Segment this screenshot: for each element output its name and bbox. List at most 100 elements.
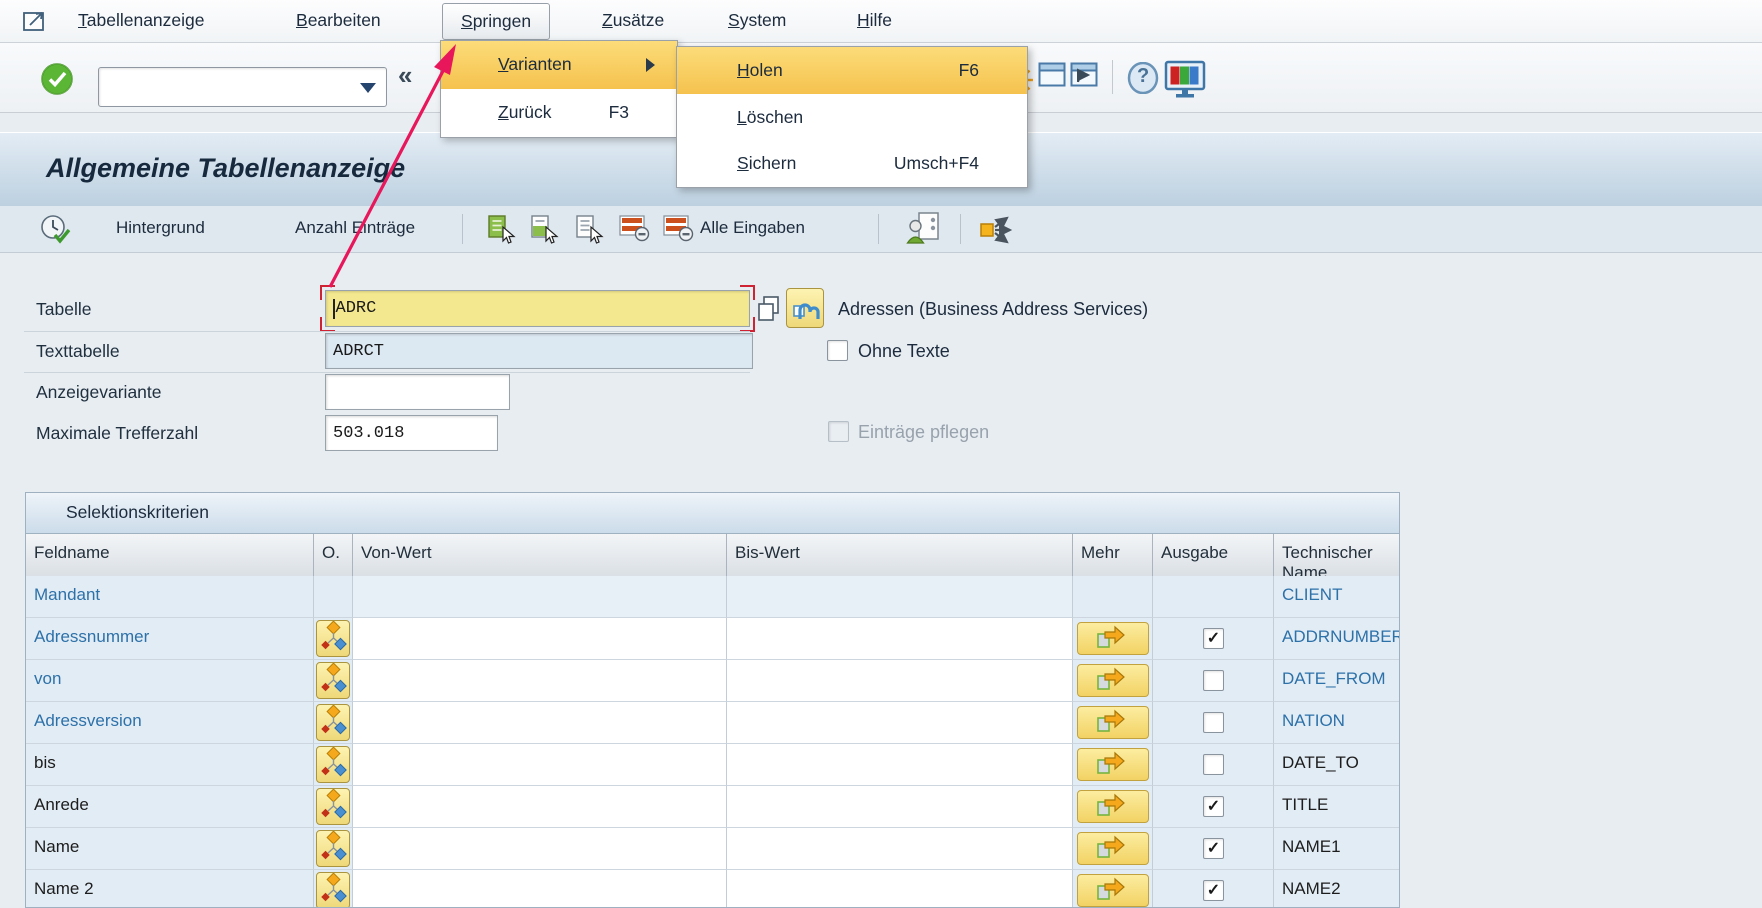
bis-wert-input[interactable] xyxy=(727,744,1072,785)
selection-options-icon[interactable] xyxy=(316,746,350,783)
table-contents-icon[interactable] xyxy=(786,288,824,328)
shortcut-label: F3 xyxy=(609,102,629,123)
new-session-icon[interactable] xyxy=(1038,62,1066,93)
system-menu-icon[interactable] xyxy=(22,8,50,39)
menu-bearbeiten[interactable]: Bearbeiten xyxy=(296,10,381,31)
bis-wert-input[interactable] xyxy=(727,702,1072,743)
select-all-icon[interactable] xyxy=(486,214,516,249)
mehr-button[interactable] xyxy=(1077,664,1149,697)
menu-item-zurueck[interactable]: Zurück F3 xyxy=(441,89,677,137)
delete-all-selections-icon[interactable] xyxy=(662,214,694,247)
anzeigevariante-label: Anzeigevariante xyxy=(36,382,162,403)
collapse-toolbar-icon[interactable]: « xyxy=(398,60,412,91)
field-label: Adressversion xyxy=(26,702,314,744)
help-icon[interactable]: ? xyxy=(1126,62,1160,99)
technical-name: DATE_FROM xyxy=(1274,660,1399,702)
bis-wert-input[interactable] xyxy=(727,618,1072,659)
ohne-texte-checkbox[interactable] xyxy=(827,340,848,361)
max-trefferzahl-label: Maximale Trefferzahl xyxy=(36,423,198,444)
menu-zusaetze[interactable]: Zusätze xyxy=(602,10,664,31)
menu-item-loeschen[interactable]: Löschen xyxy=(677,94,1027,140)
field-label: von xyxy=(26,660,314,702)
menu-tabellenanzeige[interactable]: Tabellenanzeige xyxy=(78,10,205,31)
table-row-name2: Name 2 ✓ NAME2 xyxy=(26,870,1399,908)
alle-eingaben-button[interactable]: Alle Eingaben xyxy=(700,218,805,238)
deselect-all-icon[interactable] xyxy=(574,214,604,249)
table-row-mandant: Mandant CLIENT xyxy=(26,576,1399,618)
menu-item-varianten[interactable]: Varianten xyxy=(441,41,677,89)
technical-name: NATION xyxy=(1274,702,1399,744)
help-glyph: ? xyxy=(1137,65,1149,88)
hintergrund-button[interactable]: Hintergrund xyxy=(116,218,205,238)
text-cursor xyxy=(333,299,335,319)
technical-name: CLIENT xyxy=(1274,576,1399,618)
table-row-anrede: Anrede ✓ TITLE xyxy=(26,786,1399,828)
ausgabe-checkbox[interactable] xyxy=(1203,670,1224,691)
ausgabe-checkbox[interactable]: ✓ xyxy=(1203,838,1224,859)
mehr-button[interactable] xyxy=(1077,874,1149,907)
ausgabe-checkbox[interactable] xyxy=(1203,712,1224,733)
export-icon[interactable] xyxy=(978,213,1018,252)
ausgabe-checkbox[interactable]: ✓ xyxy=(1203,796,1224,817)
bis-wert-input[interactable] xyxy=(727,870,1072,908)
menu-item-holen[interactable]: Holen F6 xyxy=(677,47,1027,94)
technical-name: TITLE xyxy=(1274,786,1399,828)
von-wert-input[interactable] xyxy=(353,744,726,785)
create-shortcut-icon[interactable] xyxy=(1070,62,1098,93)
bis-wert-input[interactable] xyxy=(727,828,1072,869)
application-toolbar: Hintergrund Anzahl Einträge Alle Eingabe… xyxy=(0,206,1762,253)
table-row-name: Name ✓ NAME1 xyxy=(26,828,1399,870)
anzeigevariante-field[interactable] xyxy=(325,374,510,410)
selection-options-icon[interactable] xyxy=(316,620,350,657)
selection-options-icon[interactable] xyxy=(316,872,350,908)
bis-wert-input[interactable] xyxy=(727,660,1072,701)
ohne-texte-label: Ohne Texte xyxy=(858,341,950,362)
selection-options-icon[interactable] xyxy=(316,662,350,699)
mehr-button[interactable] xyxy=(1077,790,1149,823)
table-description: Adressen (Business Address Services) xyxy=(838,299,1148,320)
mehr-button[interactable] xyxy=(1077,622,1149,655)
table-row-von: von DATE_FROM xyxy=(26,660,1399,702)
field-label: Adressnummer xyxy=(26,618,314,660)
selection-marker xyxy=(320,285,335,300)
select-block-icon[interactable] xyxy=(529,214,559,249)
von-wert-input[interactable] xyxy=(353,786,726,827)
texttabelle-label: Texttabelle xyxy=(36,341,120,362)
table-row-bis: bis DATE_TO xyxy=(26,744,1399,786)
varianten-submenu: Holen F6 Löschen Sichern Umsch+F4 xyxy=(676,46,1028,188)
max-trefferzahl-field[interactable] xyxy=(325,415,498,451)
command-dropdown-icon[interactable] xyxy=(360,83,376,93)
copy-icon[interactable] xyxy=(756,294,782,327)
selection-options-icon[interactable] xyxy=(316,830,350,867)
selection-options-icon[interactable] xyxy=(316,704,350,741)
anzahl-eintraege-button[interactable]: Anzahl Einträge xyxy=(295,218,415,238)
tabelle-field[interactable]: ADRC xyxy=(325,290,750,327)
shortcut-label: F6 xyxy=(959,60,979,81)
selection-options-icon[interactable] xyxy=(316,788,350,825)
mehr-button[interactable] xyxy=(1077,748,1149,781)
von-wert-input[interactable] xyxy=(353,702,726,743)
texttabelle-field: ADRCT xyxy=(325,333,753,369)
ausgabe-checkbox[interactable]: ✓ xyxy=(1203,880,1224,901)
user-parameters-icon[interactable] xyxy=(906,211,942,252)
von-wert-input[interactable] xyxy=(353,828,726,869)
execute-icon[interactable] xyxy=(40,214,72,251)
technical-name: NAME1 xyxy=(1274,828,1399,870)
von-wert-input[interactable] xyxy=(353,870,726,908)
delete-selection-icon[interactable] xyxy=(618,214,650,247)
customize-layout-icon[interactable] xyxy=(1164,60,1206,103)
mehr-button[interactable] xyxy=(1077,832,1149,865)
menu-hilfe[interactable]: Hilfe xyxy=(857,10,892,31)
ausgabe-checkbox[interactable]: ✓ xyxy=(1203,628,1224,649)
page-title: Allgemeine Tabellenanzeige xyxy=(46,153,405,184)
bis-wert-input[interactable] xyxy=(727,786,1072,827)
von-wert-input[interactable] xyxy=(353,660,726,701)
enter-icon[interactable] xyxy=(40,62,74,96)
mehr-button[interactable] xyxy=(1077,706,1149,739)
menu-item-sichern[interactable]: Sichern Umsch+F4 xyxy=(677,140,1027,187)
ausgabe-checkbox[interactable] xyxy=(1203,754,1224,775)
command-field[interactable] xyxy=(103,70,352,102)
menu-springen[interactable]: Springen xyxy=(442,3,550,40)
menu-system[interactable]: System xyxy=(728,10,786,31)
von-wert-input[interactable] xyxy=(353,618,726,659)
